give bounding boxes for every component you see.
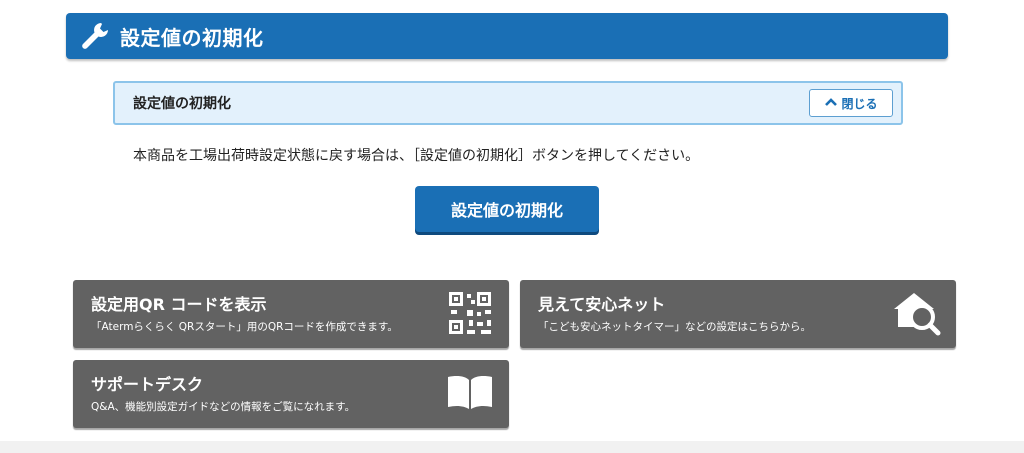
qr-code-card[interactable]: 設定用QR コードを表示 「Atermらくらく QRスタート」用のQRコードを作… bbox=[73, 280, 509, 348]
wrench-icon bbox=[78, 19, 112, 53]
close-button-label: 閉じる bbox=[841, 96, 878, 111]
card-subtitle: 「こども安心ネットタイマー」などの設定はこちらから。 bbox=[538, 321, 811, 333]
close-button[interactable]: 閉じる bbox=[809, 89, 893, 117]
house-search-icon bbox=[892, 289, 942, 337]
chevron-up-icon bbox=[824, 96, 838, 110]
card-title: 見えて安心ネット bbox=[538, 295, 666, 314]
mieteanshin-card[interactable]: 見えて安心ネット 「こども安心ネットタイマー」などの設定はこちらから。 bbox=[520, 280, 956, 348]
page-title: 設定値の初期化 bbox=[120, 25, 264, 50]
book-icon bbox=[445, 369, 495, 417]
page-header: 設定値の初期化 bbox=[66, 13, 948, 59]
description-text: 本商品を工場出荷時設定状態に戻す場合は、［設定値の初期化］ボタンを押してください… bbox=[133, 148, 700, 164]
section-title: 設定値の初期化 bbox=[133, 96, 231, 112]
section-header: 設定値の初期化 閉じる bbox=[113, 81, 903, 125]
card-title: サポートデスク bbox=[91, 375, 204, 394]
support-desk-card[interactable]: サポートデスク Q&A、機能別設定ガイドなどの情報をご覧になれます。 bbox=[73, 360, 509, 428]
card-title: 設定用QR コードを表示 bbox=[91, 295, 267, 314]
qr-code-icon bbox=[445, 289, 495, 337]
card-subtitle: 「Atermらくらく QRスタート」用のQRコードを作成できます。 bbox=[91, 321, 398, 333]
card-subtitle: Q&A、機能別設定ガイドなどの情報をご覧になれます。 bbox=[91, 401, 356, 413]
reset-settings-button[interactable]: 設定値の初期化 bbox=[415, 186, 599, 232]
footer-band bbox=[0, 441, 1024, 453]
